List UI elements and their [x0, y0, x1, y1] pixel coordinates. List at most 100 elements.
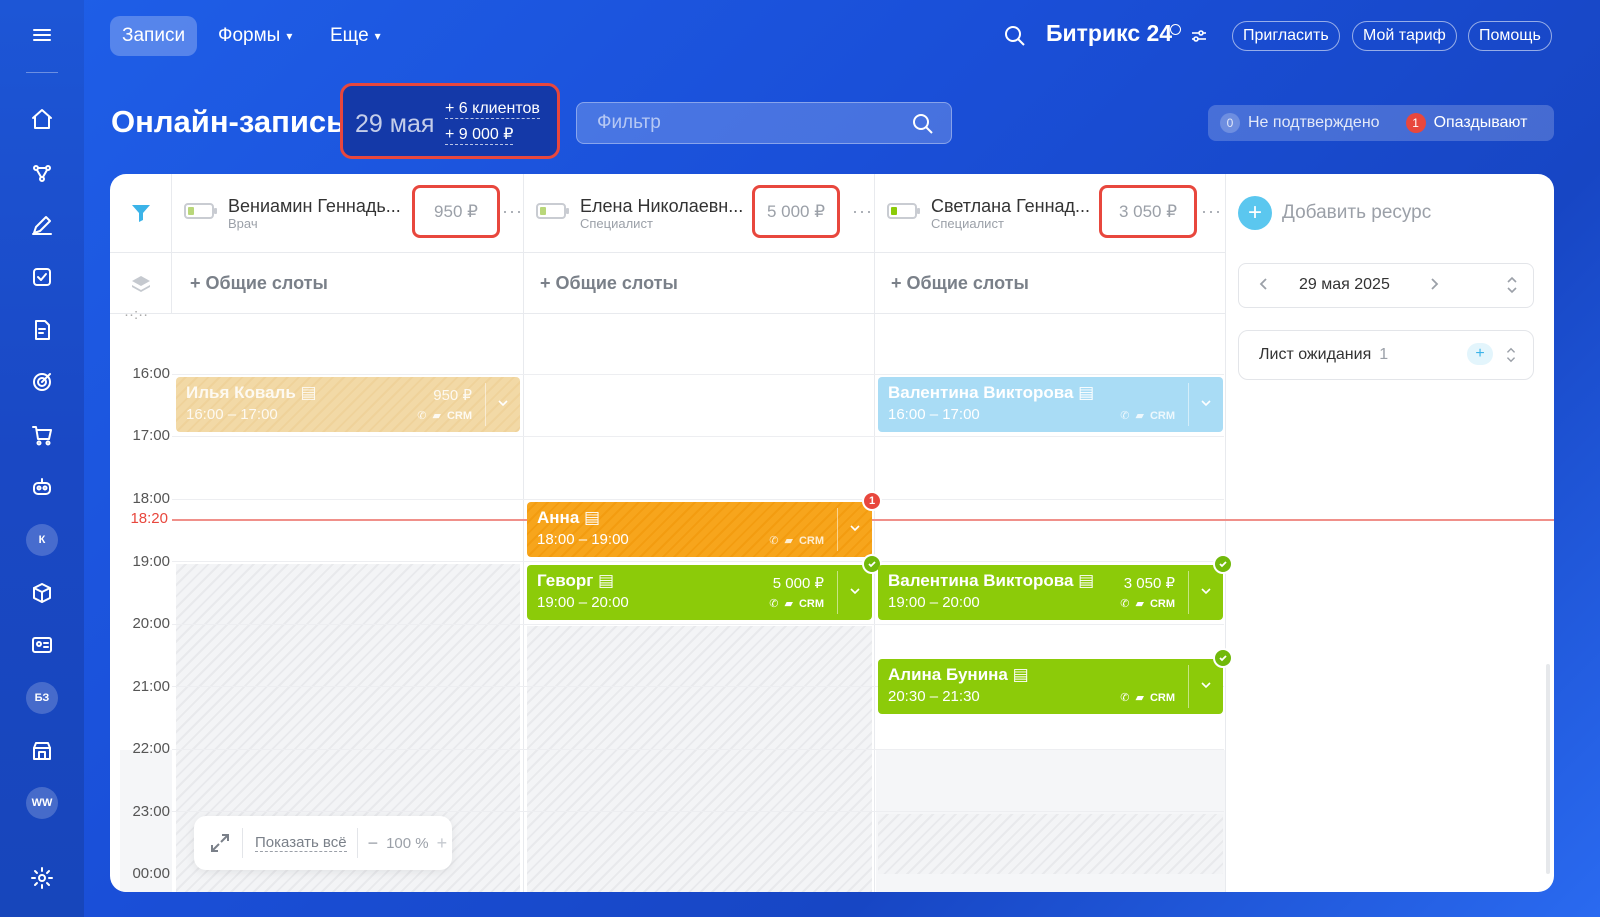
phone-icon[interactable]: ✆	[769, 597, 778, 610]
card-divider	[837, 508, 838, 551]
unavailable-area	[878, 814, 1223, 874]
crm-icon[interactable]	[26, 156, 58, 188]
chat-icon[interactable]: ▰	[1135, 409, 1143, 422]
tab-more[interactable]: Еще ▾	[318, 16, 393, 56]
filter-column	[110, 174, 172, 252]
chevron-down-icon[interactable]	[1198, 677, 1214, 693]
settings-sliders-icon[interactable]	[1190, 27, 1208, 50]
common-slots-cell-2: + Общие слоты	[524, 252, 875, 314]
current-time-label: 18:20	[130, 510, 168, 527]
clients-stat[interactable]: + 6 клиентов	[445, 100, 540, 119]
search-icon[interactable]	[1003, 24, 1027, 53]
add-resource-button[interactable]: + Добавить ресурс	[1238, 196, 1431, 230]
search-icon[interactable]	[911, 112, 935, 142]
expand-icon[interactable]	[208, 831, 232, 855]
zoom-in-button[interactable]: +	[437, 833, 448, 854]
crm-badge[interactable]: CRM	[799, 535, 824, 547]
show-all-button[interactable]: Показать всё	[255, 834, 347, 852]
chat-icon[interactable]: ▰	[784, 534, 792, 547]
resource-header-2[interactable]: Елена Николаевн... Специалист 5 000 ₽ ··…	[524, 174, 875, 252]
chat-icon[interactable]: ▰	[1135, 597, 1143, 610]
home-icon[interactable]	[26, 103, 58, 135]
booking-card[interactable]: Анна ▤ 18:00 – 19:00 ✆ ▰ CRM	[527, 502, 872, 557]
expand-collapse-icon[interactable]	[1503, 274, 1521, 301]
layers-icon[interactable]	[130, 273, 152, 300]
late-count: 1	[1405, 113, 1426, 133]
avatar-ww[interactable]: WW	[26, 787, 58, 819]
phone-icon[interactable]: ✆	[417, 409, 426, 422]
booking-time: 16:00 – 17:00	[186, 406, 278, 423]
zoom-controls: Показать всё − 100 % +	[194, 816, 452, 870]
date-nav-value[interactable]: 29 мая 2025	[1299, 276, 1399, 294]
phone-icon[interactable]: ✆	[769, 534, 778, 547]
brand-logo: Битрикс 24	[1046, 20, 1172, 47]
zoom-out-button[interactable]: −	[368, 833, 379, 854]
filter-input[interactable]: Фильтр	[576, 102, 952, 144]
phone-icon[interactable]: ✆	[1120, 691, 1129, 704]
robot-icon[interactable]	[26, 471, 58, 503]
crm-badge[interactable]: CRM	[1150, 410, 1175, 422]
funnel-icon[interactable]	[130, 202, 152, 229]
resource-header-1[interactable]: Вениамин Геннадь... Врач 950 ₽ ···	[172, 174, 524, 252]
confirmed-check-icon	[1213, 554, 1233, 574]
contacts-icon[interactable]	[26, 629, 58, 661]
note-icon: ▤	[1078, 383, 1095, 402]
add-common-slots-button[interactable]: + Общие слоты	[190, 273, 328, 294]
chevron-right-icon[interactable]	[1425, 275, 1443, 298]
tariff-button[interactable]: Мой тариф	[1352, 21, 1457, 51]
crm-badge[interactable]: CRM	[1150, 692, 1175, 704]
chevron-left-icon[interactable]	[1255, 275, 1273, 298]
box-icon[interactable]	[26, 577, 58, 609]
crm-badge[interactable]: CRM	[1150, 598, 1175, 610]
chevron-down-icon[interactable]	[847, 520, 863, 536]
brand-name: Битрикс	[1046, 20, 1141, 46]
phone-icon[interactable]: ✆	[1120, 597, 1129, 610]
add-common-slots-button[interactable]: + Общие слоты	[891, 273, 1029, 294]
target-icon[interactable]	[26, 366, 58, 398]
more-icon[interactable]: ···	[1201, 201, 1222, 222]
crm-badge[interactable]: CRM	[447, 410, 472, 422]
tasks-icon[interactable]	[26, 261, 58, 293]
settings-icon[interactable]	[26, 862, 58, 894]
resource-header-3[interactable]: Светлана Геннад... Специалист 3 050 ₽ ··…	[875, 174, 1226, 252]
invite-button[interactable]: Пригласить	[1232, 21, 1340, 51]
chat-icon[interactable]: ▰	[784, 597, 792, 610]
resource-price: 950 ₽	[412, 185, 500, 238]
cart-icon[interactable]	[26, 419, 58, 451]
expand-collapse-icon[interactable]	[1503, 344, 1519, 371]
more-icon[interactable]: ···	[502, 201, 523, 222]
unconfirmed-filter[interactable]: 0 Не подтверждено	[1220, 113, 1380, 133]
avatar-k[interactable]: К	[26, 524, 58, 556]
phone-icon[interactable]: ✆	[1120, 409, 1129, 422]
tab-forms[interactable]: Формы ▾	[206, 16, 304, 56]
booking-card[interactable]: Алина Бунина ▤ 20:30 – 21:30 ✆ ▰ CRM	[878, 659, 1223, 714]
booking-contact-icons: ✆ ▰ CRM	[1120, 597, 1175, 611]
chat-icon[interactable]: ▰	[1135, 691, 1143, 704]
more-icon[interactable]: ···	[852, 201, 873, 222]
avatar-bz[interactable]: БЗ	[26, 682, 58, 714]
booking-time: 16:00 – 17:00	[888, 406, 980, 423]
chat-icon[interactable]: ▰	[432, 409, 440, 422]
waitlist[interactable]: Лист ожидания 1 +	[1238, 330, 1534, 380]
chevron-down-icon[interactable]	[1198, 583, 1214, 599]
docs-icon[interactable]	[26, 314, 58, 346]
late-filter[interactable]: 1 Опаздывают	[1405, 113, 1527, 133]
crm-badge[interactable]: CRM	[799, 598, 824, 610]
money-stat[interactable]: + 9 000 ₽	[445, 124, 514, 145]
chevron-down-icon[interactable]	[1198, 395, 1214, 411]
add-waitlist-button[interactable]: +	[1467, 343, 1493, 365]
pen-icon[interactable]	[26, 209, 58, 241]
add-common-slots-button[interactable]: + Общие слоты	[540, 273, 678, 294]
tab-records[interactable]: Записи	[110, 16, 198, 56]
booking-card[interactable]: Илья Коваль ▤ 16:00 – 17:00 950 ₽ ✆ ▰ CRM	[176, 377, 520, 432]
booking-card[interactable]: Геворг ▤ 19:00 – 20:00 5 000 ₽ ✆ ▰ CRM	[527, 565, 872, 620]
store-icon[interactable]	[26, 735, 58, 767]
help-button[interactable]: Помощь	[1468, 21, 1552, 51]
chevron-down-icon[interactable]	[495, 395, 511, 411]
menu-icon[interactable]	[26, 19, 58, 51]
resource-role: Специалист	[580, 216, 653, 231]
booking-card[interactable]: Валентина Викторова ▤ 19:00 – 20:00 3 05…	[878, 565, 1223, 620]
booking-card[interactable]: Валентина Викторова ▤ 16:00 – 17:00 ✆ ▰ CR…	[878, 377, 1223, 432]
chevron-down-icon[interactable]	[847, 583, 863, 599]
scrollbar[interactable]	[1546, 664, 1550, 874]
